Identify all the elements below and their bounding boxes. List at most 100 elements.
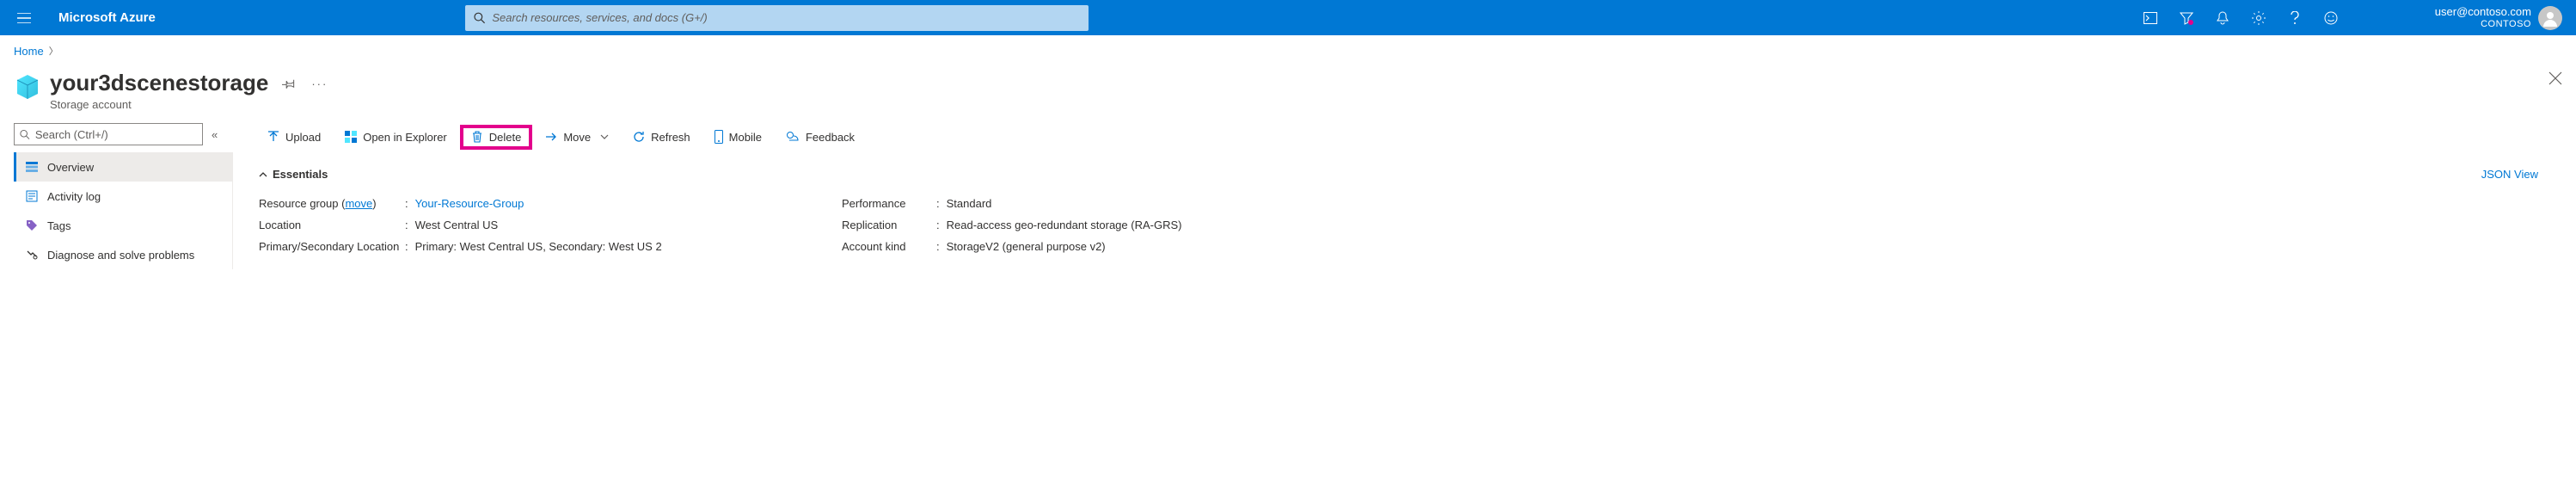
feedback-icon	[786, 131, 800, 143]
global-header: Microsoft Azure user@contoso.com CONTOS	[0, 0, 2576, 35]
field-label: Replication	[842, 219, 936, 231]
user-menu[interactable]: user@contoso.com CONTOSO	[2435, 6, 2569, 30]
move-link[interactable]: move	[345, 197, 372, 210]
explorer-icon	[345, 131, 357, 143]
field-label: Resource group (move)	[259, 197, 405, 210]
activity-log-icon	[25, 190, 39, 202]
essentials-row: Resource group (move) : Your-Resource-Gr…	[259, 193, 835, 214]
global-search[interactable]	[465, 5, 1089, 31]
smiley-icon	[2324, 11, 2338, 25]
help-button[interactable]	[2277, 0, 2313, 35]
move-button[interactable]: Move	[537, 127, 617, 147]
upload-button[interactable]: Upload	[259, 127, 329, 147]
feedback-button[interactable]: Feedback	[777, 127, 863, 147]
chevron-right-icon: 〉	[49, 44, 58, 58]
page-subtitle: Storage account	[50, 98, 268, 111]
sidebar-item-label: Overview	[47, 161, 94, 174]
button-label: Move	[563, 131, 591, 144]
arrow-right-icon	[545, 131, 557, 143]
cloud-shell-button[interactable]	[2132, 0, 2168, 35]
sidebar-item-label: Activity log	[47, 190, 101, 203]
tags-icon	[25, 219, 39, 231]
breadcrumb-home[interactable]: Home	[14, 45, 44, 58]
upload-icon	[267, 131, 279, 143]
bell-icon	[2217, 11, 2229, 25]
command-bar: Upload Open in Explorer Delete Move	[259, 120, 2562, 154]
trash-icon	[471, 131, 483, 143]
resource-group-link[interactable]: Your-Resource-Group	[415, 197, 524, 210]
sidebar-search-input[interactable]	[35, 128, 197, 141]
storage-account-icon	[14, 73, 41, 101]
button-label: Delete	[489, 131, 522, 144]
chevron-down-icon	[259, 172, 267, 177]
avatar	[2538, 6, 2562, 30]
collapse-sidebar-button[interactable]: «	[212, 128, 218, 141]
user-tenant: CONTOSO	[2435, 18, 2531, 30]
resource-title-row: your3dscenestorage Storage account ···	[14, 66, 2562, 120]
settings-button[interactable]	[2241, 0, 2277, 35]
user-email: user@contoso.com	[2435, 6, 2531, 18]
search-icon	[20, 129, 30, 140]
feedback-button-header[interactable]	[2313, 0, 2349, 35]
essentials-row: Performance : Standard	[842, 193, 1181, 214]
field-label: Performance	[842, 197, 936, 210]
filter-icon	[2180, 11, 2193, 25]
sidebar-search[interactable]	[14, 123, 203, 145]
delete-button[interactable]: Delete	[463, 127, 531, 147]
field-label: Primary/Secondary Location	[259, 240, 405, 253]
field-label: Account kind	[842, 240, 936, 253]
sidebar-item-label: Diagnose and solve problems	[47, 249, 194, 262]
user-text: user@contoso.com CONTOSO	[2435, 6, 2531, 30]
sidebar-item-diagnose[interactable]: Diagnose and solve problems	[14, 240, 232, 269]
close-blade-button[interactable]	[2548, 71, 2562, 85]
refresh-button[interactable]: Refresh	[624, 127, 699, 147]
more-button[interactable]: ···	[311, 77, 328, 90]
gear-icon	[2252, 11, 2266, 25]
json-view-link[interactable]: JSON View	[2481, 168, 2538, 181]
brand-label[interactable]: Microsoft Azure	[58, 10, 156, 25]
notifications-button[interactable]	[2205, 0, 2241, 35]
sidebar-item-tags[interactable]: Tags	[14, 211, 232, 240]
field-value: StorageV2 (general purpose v2)	[947, 240, 1106, 253]
field-value: Primary: West Central US, Secondary: Wes…	[415, 240, 662, 253]
mobile-button[interactable]: Mobile	[706, 126, 770, 147]
breadcrumb: Home 〉	[0, 35, 2576, 66]
field-label: Location	[259, 219, 405, 231]
page-title: your3dscenestorage	[50, 70, 268, 96]
overview-icon	[25, 162, 39, 172]
essentials-row: Account kind : StorageV2 (general purpos…	[842, 236, 1181, 257]
essentials-header[interactable]: Essentials JSON View	[259, 168, 2562, 181]
sidebar-item-activity-log[interactable]: Activity log	[14, 182, 232, 211]
button-label: Upload	[285, 131, 321, 144]
cloud-shell-icon	[2144, 12, 2157, 24]
search-icon	[474, 12, 486, 24]
essentials-row: Primary/Secondary Location : Primary: We…	[259, 236, 835, 257]
directory-filter-button[interactable]	[2168, 0, 2205, 35]
field-value: Standard	[947, 197, 992, 210]
close-icon	[2548, 71, 2562, 85]
hamburger-menu[interactable]	[7, 0, 41, 35]
button-label: Open in Explorer	[363, 131, 447, 144]
chevron-down-icon	[600, 134, 609, 139]
pin-button[interactable]	[282, 77, 296, 90]
essentials-row: Replication : Read-access geo-redundant …	[842, 214, 1181, 236]
mobile-icon	[715, 130, 723, 144]
global-search-wrap	[465, 5, 1089, 31]
resource-sidebar: « Overview Activity log	[14, 120, 233, 269]
diagnose-icon	[25, 249, 39, 261]
global-search-input[interactable]	[492, 11, 1079, 24]
field-value: Read-access geo-redundant storage (RA-GR…	[947, 219, 1182, 231]
sidebar-item-overview[interactable]: Overview	[14, 152, 232, 182]
header-actions	[2132, 0, 2349, 35]
detail-pane: Upload Open in Explorer Delete Move	[233, 120, 2562, 269]
refresh-icon	[633, 131, 645, 143]
open-in-explorer-button[interactable]: Open in Explorer	[336, 127, 456, 147]
essentials-grid: Resource group (move) : Your-Resource-Gr…	[259, 193, 2562, 257]
sidebar-item-label: Tags	[47, 219, 71, 232]
hamburger-icon	[17, 13, 31, 23]
button-label: Mobile	[729, 131, 762, 144]
help-icon	[2291, 11, 2299, 25]
button-label: Feedback	[806, 131, 855, 144]
pin-icon	[282, 77, 296, 90]
person-icon	[2542, 9, 2559, 27]
